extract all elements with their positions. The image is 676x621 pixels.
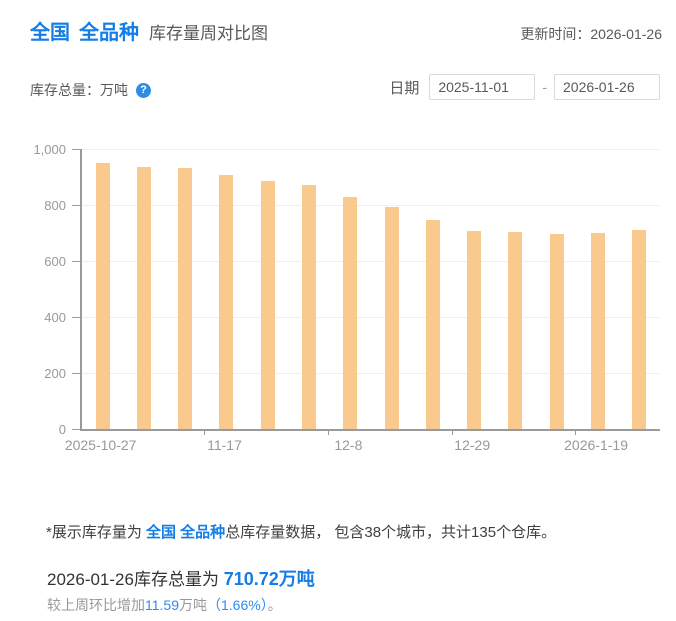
bar-2025-12-01[interactable] — [302, 185, 316, 429]
bar-slot — [619, 149, 660, 429]
bar-2025-12-08[interactable] — [343, 197, 357, 429]
bar-2025-12-15[interactable] — [385, 207, 399, 429]
y-tick — [72, 149, 80, 150]
summary-prefix: 2026-01-26库存总量为 — [47, 570, 224, 589]
bar-slot — [206, 149, 247, 429]
y-tick — [72, 317, 80, 318]
bar-2025-11-10[interactable] — [178, 168, 192, 429]
change-prefix: 较上周环比增加 — [47, 597, 145, 613]
update-time-label: 更新时间： — [520, 26, 590, 42]
update-time-value: 2026-01-26 — [590, 26, 662, 42]
date-label: 日期 — [389, 77, 419, 98]
bar-slot — [247, 149, 288, 429]
footnote-prefix: *展示库存量为 — [46, 524, 146, 541]
y-axis-label: 800 — [44, 198, 66, 213]
help-icon[interactable] — [136, 83, 151, 98]
bar-slot — [412, 149, 453, 429]
bar-slot — [123, 149, 164, 429]
y-tick — [72, 261, 80, 262]
bar-slot — [577, 149, 618, 429]
x-axis-label: 2026-1-19 — [564, 437, 628, 453]
chart-title-suffix: 库存量周对比图 — [149, 19, 268, 44]
change-unit: 万吨 — [179, 597, 207, 613]
y-tick — [72, 429, 80, 430]
bar-2026-01-26[interactable] — [632, 230, 646, 429]
region-title: 全国 — [30, 16, 70, 45]
x-tick — [452, 429, 453, 435]
x-axis-labels: 2025-10-2711-1712-812-292026-1-19 — [80, 437, 658, 457]
y-axis-label: 0 — [59, 422, 66, 437]
bar-slot — [330, 149, 371, 429]
y-axis-label: 400 — [44, 310, 66, 325]
bar-2025-10-27[interactable] — [96, 163, 110, 429]
y-tick — [72, 205, 80, 206]
x-tick — [328, 429, 329, 435]
y-axis-label: 200 — [44, 366, 66, 381]
total-summary: 2026-01-26库存总量为 710.72万吨 — [47, 565, 315, 591]
bar-slot — [454, 149, 495, 429]
y-axis-ticks — [72, 149, 80, 429]
change-percent: （1.66%） — [207, 597, 268, 613]
footnote: *展示库存量为 全国 全品种总库存量数据， 包含38个城市，共计135个仓库。 — [46, 521, 556, 542]
date-start-input[interactable] — [429, 74, 535, 100]
footnote-region: 全国 全品种 — [146, 524, 225, 541]
bar-slot — [536, 149, 577, 429]
x-axis-label: 12-29 — [454, 437, 490, 453]
bar-2025-11-03[interactable] — [137, 167, 151, 429]
x-axis-label: 11-17 — [207, 437, 242, 453]
x-axis-label: 12-8 — [334, 437, 362, 453]
bar-2026-01-05[interactable] — [508, 232, 522, 429]
bar-series — [82, 149, 660, 429]
unit-label: 库存总量：万吨 — [30, 80, 128, 100]
bar-2025-12-29[interactable] — [467, 231, 481, 429]
unit-row: 库存总量：万吨 — [30, 80, 151, 100]
bar-2026-01-12[interactable] — [550, 234, 564, 429]
bar-2026-01-19[interactable] — [591, 233, 605, 429]
bar-2025-11-17[interactable] — [219, 175, 233, 429]
x-tick — [204, 429, 205, 435]
bar-slot — [371, 149, 412, 429]
weekly-change: 较上周环比增加11.59万吨（1.66%）。 — [47, 595, 282, 615]
update-time: 更新时间：2026-01-26 — [520, 24, 662, 44]
bar-slot — [288, 149, 329, 429]
bar-slot — [165, 149, 206, 429]
bar-2025-12-22[interactable] — [426, 220, 440, 429]
y-tick — [72, 373, 80, 374]
summary-value: 710.72万吨 — [224, 569, 315, 589]
bar-slot — [82, 149, 123, 429]
page-title: 全国 全品种 库存量周对比图 — [30, 16, 268, 45]
x-tick — [575, 429, 576, 435]
date-range-picker: 日期 - — [389, 74, 660, 100]
date-range-separator: - — [542, 79, 547, 95]
y-axis-label: 1,000 — [33, 142, 66, 157]
x-axis-ticks — [80, 429, 658, 435]
change-period: 。 — [268, 597, 282, 613]
bar-chart-plot[interactable] — [80, 149, 660, 431]
variety-title: 全品种 — [79, 16, 139, 45]
change-value: 11.59 — [145, 597, 179, 613]
footnote-suffix: 总库存量数据， 包含38个城市，共计135个仓库。 — [225, 524, 556, 541]
date-end-input[interactable] — [554, 74, 660, 100]
y-axis-labels: 1,0008006004002000 — [0, 149, 66, 429]
bar-slot — [495, 149, 536, 429]
x-axis-label: 2025-10-27 — [65, 437, 137, 453]
bar-2025-11-24[interactable] — [261, 181, 275, 429]
inventory-weekly-chart-page: 全国 全品种 库存量周对比图 更新时间：2026-01-26 库存总量：万吨 日… — [0, 0, 676, 621]
y-axis-label: 600 — [44, 254, 66, 269]
